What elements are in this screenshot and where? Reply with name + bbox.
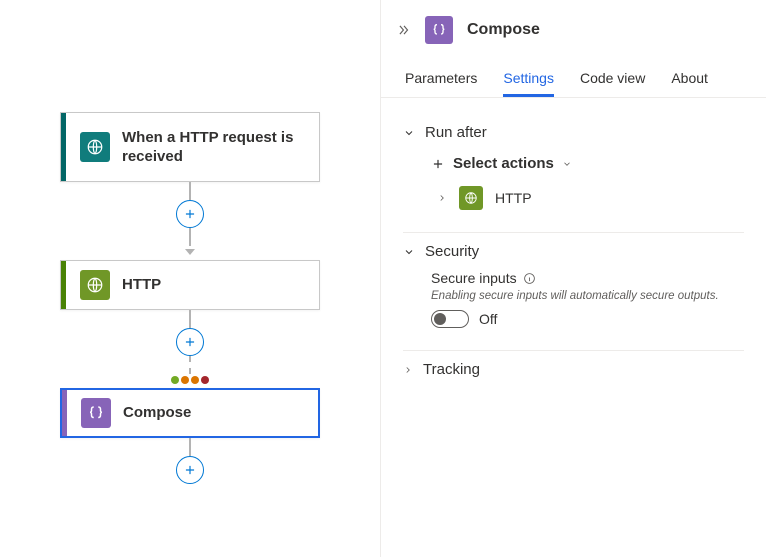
section-title: Tracking xyxy=(423,361,480,378)
collapse-panel-icon[interactable] xyxy=(397,23,411,37)
section-title: Security xyxy=(425,243,479,260)
connector-line-dashed xyxy=(189,356,191,374)
globe-icon xyxy=(80,270,110,300)
panel-title: Compose xyxy=(467,21,540,39)
select-actions-label: Select actions xyxy=(453,155,554,172)
flow-column: When a HTTP request is received HT xyxy=(0,112,380,484)
flow-canvas: When a HTTP request is received HT xyxy=(0,0,380,557)
chevron-down-icon xyxy=(403,127,415,139)
globe-icon xyxy=(459,186,483,210)
section-run-after: Run after Select actions xyxy=(403,114,744,233)
section-security: Security Secure inputs Enabling secure i… xyxy=(403,233,744,351)
panel-body: Run after Select actions xyxy=(381,98,766,406)
add-step-button[interactable] xyxy=(176,328,204,356)
info-icon[interactable] xyxy=(523,272,536,285)
globe-icon xyxy=(80,132,110,162)
connector xyxy=(171,310,209,388)
connector-line xyxy=(189,182,191,200)
chevron-down-icon xyxy=(562,159,572,169)
node-accent xyxy=(61,113,66,181)
toggle-knob xyxy=(434,313,446,325)
toggle-state-label: Off xyxy=(479,311,497,327)
braces-icon xyxy=(81,398,111,428)
flow-node-http[interactable]: HTTP xyxy=(60,260,320,310)
panel-tabs: Parameters Settings Code view About xyxy=(381,64,766,98)
node-title: HTTP xyxy=(122,275,319,295)
flow-node-compose[interactable]: Compose xyxy=(60,388,320,438)
section-header-run-after[interactable]: Run after xyxy=(403,124,744,141)
braces-icon xyxy=(425,16,453,44)
arrow-icon xyxy=(185,242,195,260)
section-header-security[interactable]: Security xyxy=(403,243,744,260)
connector xyxy=(176,438,204,484)
section-tracking: Tracking xyxy=(403,351,744,390)
field-label-text: Secure inputs xyxy=(431,270,517,286)
node-accent xyxy=(62,390,67,436)
node-title: When a HTTP request is received xyxy=(122,128,319,167)
app-root: When a HTTP request is received HT xyxy=(0,0,766,557)
tab-parameters[interactable]: Parameters xyxy=(405,64,477,97)
panel-header: Compose xyxy=(381,0,766,64)
secure-inputs-toggle-row: Off xyxy=(431,310,744,328)
run-after-item[interactable]: HTTP xyxy=(437,186,744,210)
status-dot xyxy=(171,376,179,384)
run-after-status-dots xyxy=(171,376,209,384)
connector xyxy=(176,182,204,260)
run-after-item-label: HTTP xyxy=(495,190,532,206)
secure-inputs-help: Enabling secure inputs will automaticall… xyxy=(431,290,744,302)
chevron-right-icon xyxy=(403,365,413,375)
connector-line xyxy=(189,438,191,456)
add-step-button[interactable] xyxy=(176,456,204,484)
connector-line xyxy=(189,310,191,328)
tab-about[interactable]: About xyxy=(671,64,708,97)
tab-code-view[interactable]: Code view xyxy=(580,64,645,97)
node-title: Compose xyxy=(123,403,318,423)
node-accent xyxy=(61,261,66,309)
section-title: Run after xyxy=(425,124,487,141)
plus-icon xyxy=(431,157,445,171)
tab-settings[interactable]: Settings xyxy=(503,64,554,97)
select-actions-button[interactable]: Select actions xyxy=(431,155,744,172)
chevron-down-icon xyxy=(403,246,415,258)
flow-node-trigger[interactable]: When a HTTP request is received xyxy=(60,112,320,182)
secure-inputs-label: Secure inputs xyxy=(431,270,744,286)
chevron-right-icon xyxy=(437,193,447,203)
add-step-button[interactable] xyxy=(176,200,204,228)
status-dot xyxy=(181,376,189,384)
section-header-tracking[interactable]: Tracking xyxy=(403,361,744,378)
secure-inputs-toggle[interactable] xyxy=(431,310,469,328)
details-panel: Compose Parameters Settings Code view Ab… xyxy=(380,0,766,557)
run-after-body: Select actions HTTP xyxy=(403,155,744,210)
status-dot xyxy=(201,376,209,384)
status-dot xyxy=(191,376,199,384)
